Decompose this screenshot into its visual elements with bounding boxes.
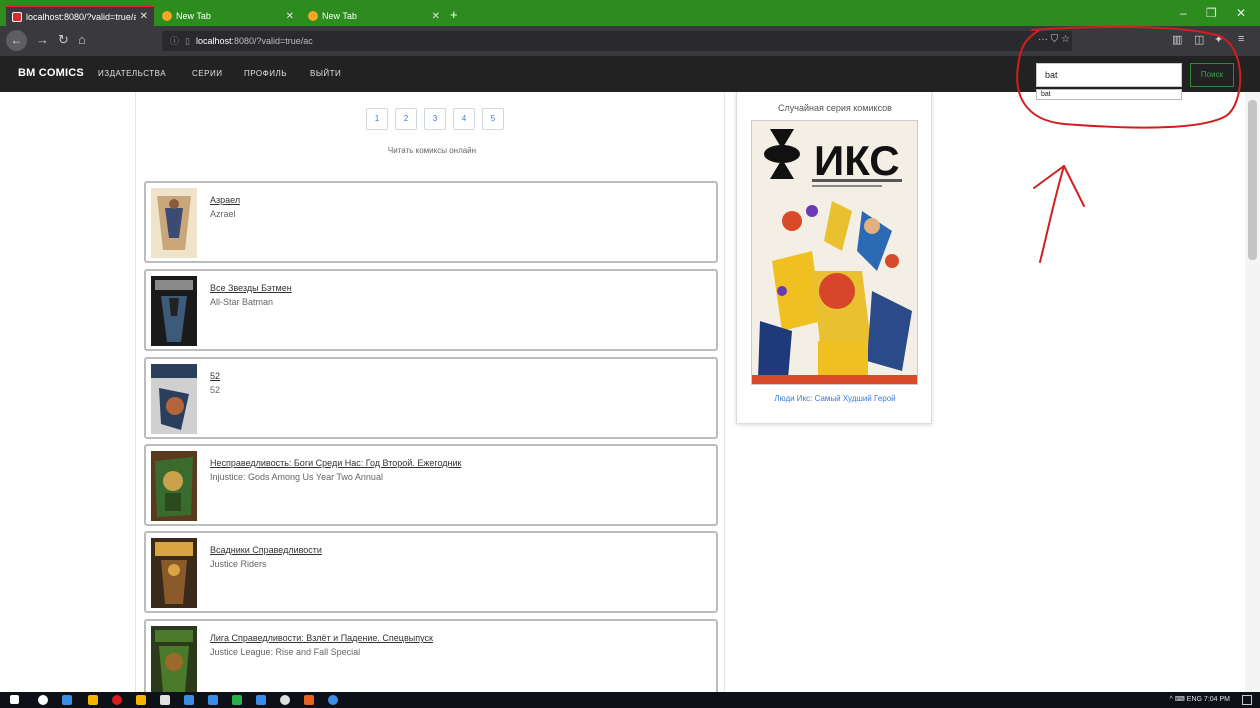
url-host: localhost — [195, 36, 232, 46]
close-window-icon[interactable]: ✕ — [1236, 6, 1246, 20]
nav-logout[interactable]: ВЫЙТИ — [310, 69, 341, 78]
browser-tab-strip: localhost:8080/?valid=true/ac ✕ New Tab … — [0, 0, 1260, 26]
app-icon[interactable] — [328, 695, 338, 705]
library-icon[interactable]: ▥ — [1172, 33, 1182, 46]
page-icon: ▯ — [185, 36, 190, 46]
page-button[interactable]: 1 — [366, 108, 388, 130]
new-tab-favicon-icon — [162, 11, 172, 21]
extension-icon[interactable]: ✦ — [1214, 33, 1223, 46]
nav-publishers[interactable]: ИЗДАТЕЛЬСТВА — [98, 69, 166, 78]
firefox-icon[interactable] — [304, 695, 314, 705]
tab-title: New Tab — [322, 11, 357, 21]
comic-cover-image[interactable] — [151, 364, 197, 434]
folder-icon[interactable] — [136, 695, 146, 705]
comic-cover-image[interactable] — [151, 188, 197, 258]
page-button[interactable]: 5 — [482, 108, 504, 130]
system-tray[interactable]: ^ ⌨ ENG 7:04 PM — [1170, 695, 1230, 703]
new-tab-favicon-icon — [308, 11, 318, 21]
tab-title: localhost:8080/?valid=true/ac — [26, 11, 136, 22]
browser-tab[interactable]: New Tab ✕ — [302, 6, 446, 26]
site-favicon-icon — [12, 11, 22, 22]
tab-title: New Tab — [176, 11, 211, 21]
search-button[interactable]: Поиск — [1190, 63, 1234, 87]
page-actions[interactable]: ··· ⛉ ☆ — [1038, 34, 1070, 45]
page-button[interactable]: 3 — [424, 108, 446, 130]
app-icon[interactable] — [232, 695, 242, 705]
comic-cover-image[interactable] — [151, 276, 197, 346]
random-series-link[interactable]: Люди Икс: Самый Худший Герой — [737, 394, 933, 403]
comic-title-link[interactable]: Несправедливость: Боги Среди Нас: Год Вт… — [210, 458, 461, 468]
edge-browser-icon[interactable] — [62, 695, 72, 705]
comic-card[interactable]: Несправедливость: Боги Среди Нас: Год Вт… — [144, 444, 718, 526]
random-series-cover[interactable]: ИКС — [751, 120, 918, 385]
close-tab-icon[interactable]: ✕ — [140, 11, 148, 22]
page-button[interactable]: 4 — [453, 108, 475, 130]
comic-card[interactable]: Все Звезды Бэтмен All-Star Batman — [144, 269, 718, 351]
comic-card[interactable]: Лига Справедливости: Взлёт и Падение. Сп… — [144, 619, 718, 701]
comic-original-title: Justice League: Rise and Fall Special — [210, 647, 361, 657]
close-tab-icon[interactable]: ✕ — [432, 11, 440, 22]
minimize-icon[interactable]: – — [1180, 6, 1187, 20]
file-explorer-icon[interactable] — [88, 695, 98, 705]
forward-arrow-icon[interactable]: → — [36, 32, 49, 47]
browser-tab-active[interactable]: localhost:8080/?valid=true/ac ✕ — [6, 5, 154, 26]
comic-cover-image[interactable] — [151, 538, 197, 608]
cover-title-text: ИКС — [814, 137, 900, 184]
comic-title-link[interactable]: Лига Справедливости: Взлёт и Падение. Сп… — [210, 633, 433, 643]
comic-title-link[interactable]: Всадники Справедливости — [210, 545, 322, 555]
random-series-panel: Случайная серия комиксов ИКС Люди Икс: С… — [736, 92, 932, 424]
comic-original-title: 52 — [210, 385, 221, 395]
browser-navbar: ← → ↻ ⌂ ⓘ ▯ localhost:8080/?valid=true/ac … — [0, 26, 1260, 56]
notifications-icon[interactable] — [1242, 695, 1252, 705]
page-subtitle: Читать комиксы онлайн — [387, 146, 477, 155]
close-tab-icon[interactable]: ✕ — [286, 11, 294, 22]
random-series-heading: Случайная серия комиксов — [778, 103, 892, 113]
search-input[interactable]: bat — [1036, 63, 1182, 87]
page-button[interactable]: 2 — [395, 108, 417, 130]
comic-cover-image[interactable] — [151, 451, 197, 521]
nav-series[interactable]: СЕРИИ — [192, 69, 222, 78]
search-suggestion[interactable]: bat — [1036, 89, 1182, 100]
address-bar[interactable]: ⓘ ▯ localhost:8080/?valid=true/ac — [162, 31, 1072, 51]
app-icon[interactable] — [256, 695, 266, 705]
back-arrow-icon[interactable]: ← — [6, 30, 27, 51]
app-icon[interactable] — [160, 695, 170, 705]
new-tab-plus-icon[interactable]: + — [450, 7, 458, 22]
windows-start-icon[interactable] — [10, 695, 19, 704]
comic-original-title: Justice Riders — [210, 559, 267, 569]
scrollbar-thumb[interactable] — [1248, 100, 1257, 260]
comic-title-link[interactable]: Азраел — [210, 195, 240, 205]
site-header: BM COMICS ИЗДАТЕЛЬСТВА СЕРИИ ПРОФИЛЬ ВЫЙ… — [0, 56, 1260, 92]
app-icon[interactable] — [208, 695, 218, 705]
pagination: 1 2 3 4 5 — [366, 108, 511, 130]
comic-original-title: Azrael — [210, 209, 236, 219]
maximize-icon[interactable]: ❐ — [1206, 6, 1217, 20]
annotation-arrow-shaft — [1039, 165, 1065, 263]
app-icon[interactable] — [184, 695, 194, 705]
app-icon[interactable] — [280, 695, 290, 705]
page-scrollbar[interactable] — [1245, 92, 1260, 692]
annotation-arrow-head — [1033, 165, 1085, 207]
comic-cover-image[interactable] — [151, 626, 197, 696]
comic-title-link[interactable]: Все Звезды Бэтмен — [210, 283, 292, 293]
comic-title-link[interactable]: 52 — [210, 371, 220, 381]
info-icon[interactable]: ⓘ — [170, 36, 179, 46]
comic-card[interactable]: Всадники Справедливости Justice Riders — [144, 531, 718, 613]
comic-card[interactable]: Азраел Azrael — [144, 181, 718, 263]
hamburger-menu-icon[interactable]: ≡ — [1238, 33, 1244, 45]
browser-tab[interactable]: New Tab ✕ — [156, 6, 300, 26]
sidebar-icon[interactable]: ◫ — [1194, 33, 1204, 46]
comic-card[interactable]: 52 52 — [144, 357, 718, 439]
site-logo[interactable]: BM COMICS — [18, 67, 84, 79]
home-icon[interactable]: ⌂ — [78, 32, 86, 47]
comic-original-title: All-Star Batman — [210, 297, 274, 307]
nav-profile[interactable]: ПРОФИЛЬ — [244, 69, 287, 78]
url-path: :8080/?valid=true/ac — [231, 36, 313, 46]
os-taskbar: ^ ⌨ ENG 7:04 PM — [0, 692, 1260, 708]
search-icon[interactable] — [38, 695, 48, 705]
reload-icon[interactable]: ↻ — [58, 32, 69, 48]
opera-icon[interactable] — [112, 695, 122, 705]
comic-original-title: Injustice: Gods Among Us Year Two Annual — [210, 472, 383, 482]
